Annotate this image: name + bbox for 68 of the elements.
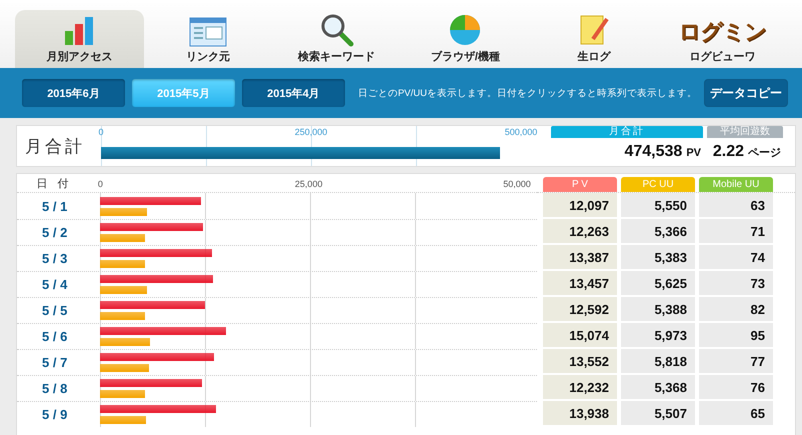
table-cell: 13,938 bbox=[543, 401, 617, 427]
axis-tick-label: 0 bbox=[98, 179, 103, 189]
pie-chart-icon bbox=[448, 13, 482, 47]
column-header: Mobile UU bbox=[699, 177, 773, 192]
notepad-icon bbox=[578, 13, 610, 47]
unit-label: ページ bbox=[748, 146, 781, 160]
summary-value: 2.22 bbox=[712, 143, 744, 161]
table-cell: 15,074 bbox=[543, 323, 617, 349]
table-cell: 5,368 bbox=[621, 375, 695, 401]
date-link[interactable]: 5 / 9 bbox=[42, 407, 68, 422]
table-cell: 13,552 bbox=[543, 349, 617, 375]
axis-tick-label: 50,000 bbox=[503, 179, 531, 189]
table-cell: 95 bbox=[699, 323, 773, 349]
table-cell: 77 bbox=[699, 349, 773, 375]
logo: ログミン bbox=[678, 18, 767, 46]
summary-value: 474,538 bbox=[624, 143, 682, 161]
nav-tab[interactable]: 検索キーワード bbox=[272, 10, 402, 68]
table-cell: 82 bbox=[699, 297, 773, 323]
nav-tab[interactable]: ログミン ログビューワ bbox=[658, 10, 788, 68]
table-cell: 5,388 bbox=[621, 297, 695, 323]
table-cell: 13,387 bbox=[543, 245, 617, 271]
summary-header: 平均回遊数 bbox=[707, 126, 783, 138]
nav-tab[interactable]: 生ログ bbox=[530, 10, 658, 68]
date-link[interactable]: 5 / 3 bbox=[42, 251, 68, 266]
date-link[interactable]: 5 / 6 bbox=[42, 329, 68, 344]
search-icon bbox=[320, 13, 354, 47]
axis-tick-label: 250,000 bbox=[294, 127, 328, 137]
axis-tick-label: 25,000 bbox=[294, 179, 322, 189]
monthly-total-label: 月合計 bbox=[24, 136, 86, 158]
table-cell: 73 bbox=[699, 271, 773, 297]
table-cell: 12,263 bbox=[543, 219, 617, 245]
window-icon bbox=[189, 17, 227, 47]
table-cell: 74 bbox=[699, 245, 773, 271]
axis-tick-label: 500,000 bbox=[504, 127, 538, 137]
table-cell: 5,818 bbox=[621, 349, 695, 375]
data-copy-button[interactable]: データコピー bbox=[704, 79, 788, 107]
table-cell: 5,625 bbox=[621, 271, 695, 297]
date-link[interactable]: 5 / 8 bbox=[42, 381, 68, 396]
month-button[interactable]: 2015年4月 bbox=[242, 79, 345, 107]
description-text: 日ごとのPV/UUを表示します。日付をクリックすると時系列で表示します。 bbox=[358, 86, 697, 100]
table-cell: 65 bbox=[699, 401, 773, 427]
table-cell: 76 bbox=[699, 375, 773, 401]
month-button[interactable]: 2015年6月 bbox=[22, 79, 125, 107]
table-cell: 13,457 bbox=[543, 271, 617, 297]
table-cell: 63 bbox=[699, 193, 773, 219]
date-header: 日付 bbox=[36, 176, 79, 190]
column-header: P V bbox=[543, 177, 617, 192]
column-header: PC UU bbox=[621, 177, 695, 192]
table-cell: 12,592 bbox=[543, 297, 617, 323]
table-cell: 5,507 bbox=[621, 401, 695, 427]
table-cell: 5,973 bbox=[621, 323, 695, 349]
date-link[interactable]: 5 / 7 bbox=[42, 355, 68, 370]
table-cell: 12,097 bbox=[543, 193, 617, 219]
summary-header: 月合計 bbox=[551, 126, 703, 138]
nav-tab[interactable]: リンク元 bbox=[144, 10, 272, 68]
table-cell: 12,232 bbox=[543, 375, 617, 401]
axis-tick-label: 0 bbox=[98, 127, 104, 137]
date-link[interactable]: 5 / 5 bbox=[42, 303, 68, 318]
nav-tab[interactable]: 月別アクセス bbox=[15, 10, 144, 68]
table-cell: 5,366 bbox=[621, 219, 695, 245]
date-link[interactable]: 5 / 2 bbox=[42, 225, 68, 240]
table-cell: 5,550 bbox=[621, 193, 695, 219]
table-cell: 5,383 bbox=[621, 245, 695, 271]
nav-tab[interactable]: ブラウザ/機種 bbox=[401, 10, 530, 68]
date-link[interactable]: 5 / 1 bbox=[42, 198, 68, 214]
unit-label: PV bbox=[686, 147, 701, 159]
table-cell: 71 bbox=[699, 219, 773, 245]
date-link[interactable]: 5 / 4 bbox=[42, 277, 68, 292]
